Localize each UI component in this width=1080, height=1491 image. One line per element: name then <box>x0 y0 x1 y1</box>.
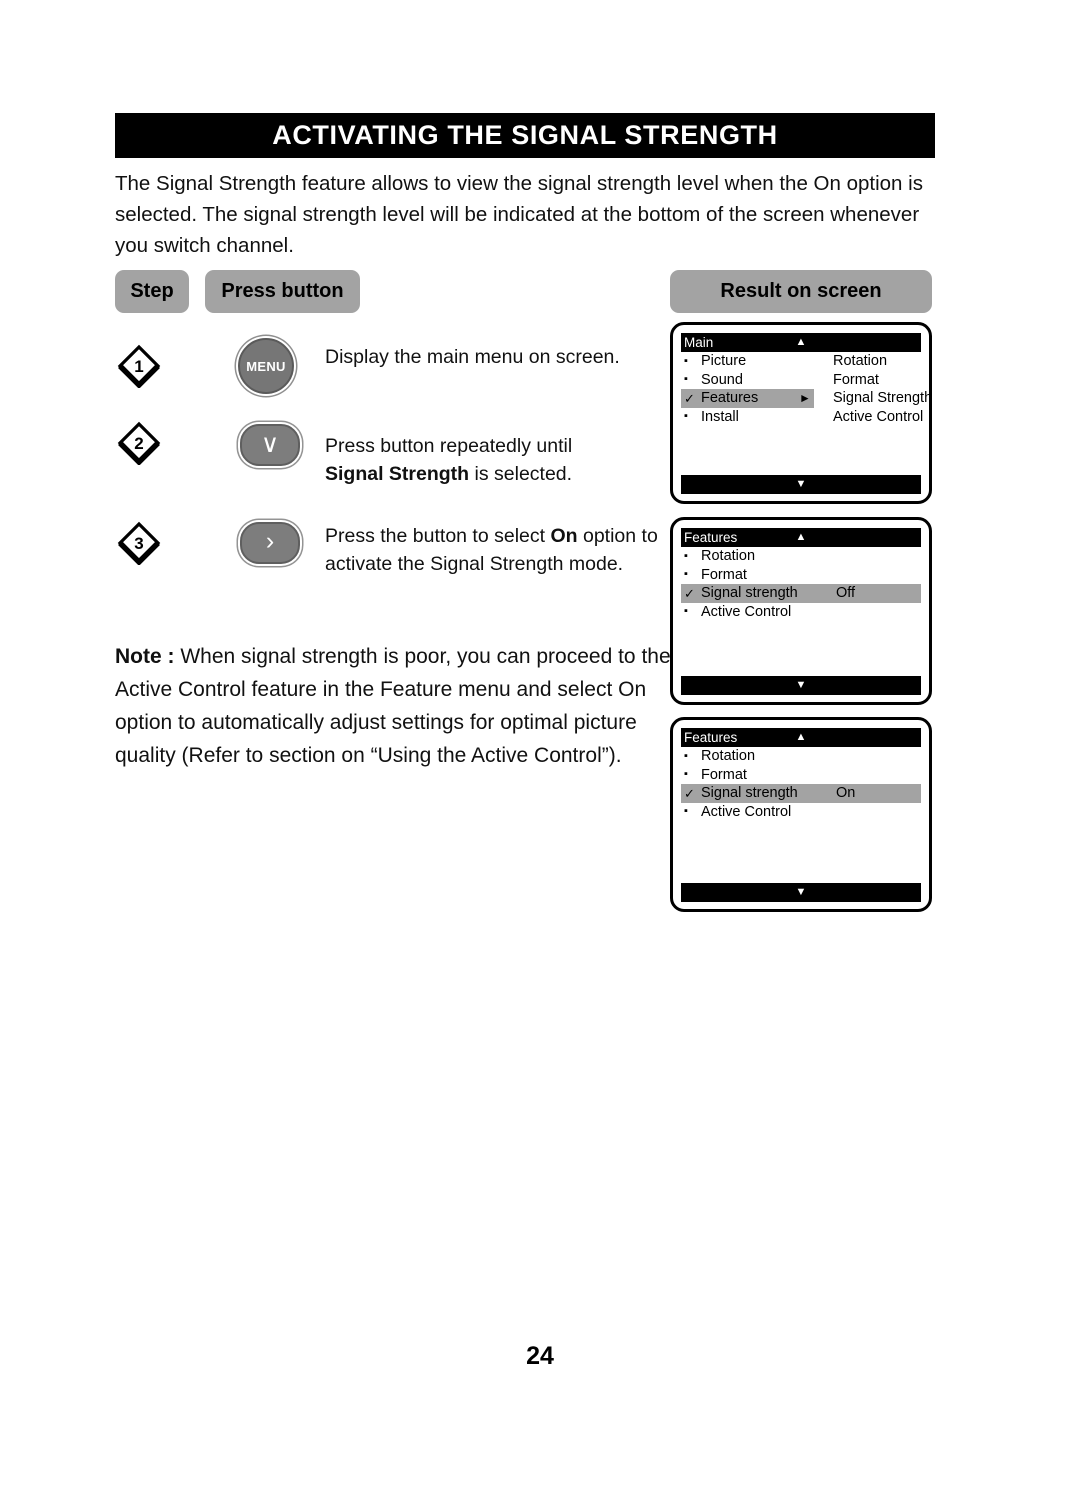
menu-item-label: Format <box>701 566 747 583</box>
step-3-line-1-pre: Press the button to select <box>325 525 551 547</box>
menu-item-selected[interactable]: ✓ Signal strength On <box>681 784 921 803</box>
note-block: Note : When signal strength is poor, you… <box>115 640 675 772</box>
step-2-number-badge: 2 <box>117 421 161 465</box>
step-3-number-badge: 3 <box>117 521 161 565</box>
column-header-press-button: Press button <box>205 270 360 313</box>
bullet-icon: ▪ <box>684 373 688 386</box>
step-2-line-2-post: is selected. <box>469 463 573 485</box>
bullet-icon: ▪ <box>684 568 688 581</box>
menu-item-label: Rotation <box>701 548 756 564</box>
chevron-right-icon[interactable]: › <box>240 522 300 564</box>
svg-text:2: 2 <box>134 434 143 453</box>
menu-item-label: Features <box>701 390 759 406</box>
submenu-item[interactable]: Rotation <box>833 352 932 371</box>
down-arrow-icon: ▼ <box>795 478 807 490</box>
note-label: Note : <box>115 645 175 668</box>
menu-item-label: Signal strength <box>701 785 798 801</box>
step-2-bold-term: Signal Strength <box>325 463 470 485</box>
svg-text:3: 3 <box>134 534 143 553</box>
bullet-icon: ▪ <box>684 410 688 423</box>
screen-1-submenu-list: Rotation Format Signal Strength Active C… <box>833 352 932 426</box>
screen-3-footer-bar: ▼ <box>681 883 921 902</box>
bullet-icon: ▪ <box>684 749 688 762</box>
menu-item-label: Install <box>701 408 739 425</box>
step-1-description: Display the main menu on screen. <box>325 343 655 371</box>
check-icon: ✓ <box>684 585 695 601</box>
menu-item-label: Rotation <box>701 748 756 764</box>
screen-2-title-bar: Features ▲ <box>681 528 921 547</box>
menu-item[interactable]: ▪ Active Control <box>681 603 921 622</box>
intro-paragraph: The Signal Strength feature allows to vi… <box>115 172 923 257</box>
up-arrow-icon: ▲ <box>795 531 807 543</box>
bullet-icon: ▪ <box>684 805 688 818</box>
step-1-line-1: Display the main menu on screen. <box>325 346 620 368</box>
menu-item[interactable]: ▪ Active Control <box>681 803 921 822</box>
bullet-icon: ▪ <box>684 605 688 618</box>
step-3-line-2: activate the Signal Strength mode. <box>325 553 624 575</box>
menu-item-label: Format <box>701 766 747 783</box>
check-icon: ✓ <box>684 390 695 406</box>
arrow-right-icon: ► <box>799 391 811 406</box>
check-icon: ✓ <box>684 785 695 801</box>
bullet-icon: ▪ <box>684 549 688 562</box>
menu-item[interactable]: ▪ Rotation <box>681 747 921 766</box>
svg-text:1: 1 <box>134 357 143 376</box>
result-screen-2: Features ▲ ▪ Rotation ▪ Format ✓ Signal … <box>670 517 932 705</box>
menu-button-label: MENU <box>246 358 286 374</box>
chevron-down-glyph: ∨ <box>260 429 280 458</box>
menu-item-label: Sound <box>701 371 743 388</box>
screen-3-title-bar: Features ▲ <box>681 728 921 747</box>
down-arrow-icon: ▼ <box>795 679 807 691</box>
column-header-step: Step <box>115 270 189 313</box>
column-header-result-on-screen: Result on screen <box>670 270 932 313</box>
step-1-number-badge: 1 <box>117 344 161 388</box>
menu-button-icon[interactable]: MENU <box>238 338 294 394</box>
down-arrow-icon: ▼ <box>795 886 807 898</box>
page-title-banner: ACTIVATING THE SIGNAL STRENGTH <box>115 113 935 158</box>
screen-1-footer-bar: ▼ <box>681 475 921 494</box>
menu-item-label: Picture <box>701 353 747 369</box>
column-header-press-button-label: Press button <box>221 280 344 302</box>
menu-item-selected[interactable]: ✓ Signal strength Off <box>681 584 921 603</box>
menu-item-label: Signal strength <box>701 585 798 601</box>
submenu-item[interactable]: Active Control <box>833 408 932 427</box>
bullet-icon: ▪ <box>684 768 688 781</box>
chevron-right-glyph: › <box>265 527 275 555</box>
note-text: When signal strength is poor, you can pr… <box>115 645 671 767</box>
step-3-line-1-post: option to <box>577 525 658 547</box>
screen-2-menu-list: ▪ Rotation ▪ Format ✓ Signal strength Of… <box>681 547 921 676</box>
page-title: ACTIVATING THE SIGNAL STRENGTH <box>272 120 778 150</box>
up-arrow-icon: ▲ <box>795 731 807 743</box>
bullet-icon: ▪ <box>684 354 688 367</box>
menu-item[interactable]: ▪ Rotation <box>681 547 921 566</box>
menu-item-value: On <box>836 785 856 801</box>
result-screen-3: Features ▲ ▪ Rotation ▪ Format ✓ Signal … <box>670 717 932 912</box>
screen-2-footer-bar: ▼ <box>681 676 921 695</box>
column-header-step-label: Step <box>130 280 174 302</box>
submenu-item[interactable]: Signal Strength <box>833 389 932 408</box>
step-2-description: Press button repeatedly until Signal Str… <box>325 432 665 488</box>
result-screen-1: Main ▲ ▪ Picture ▪ Sound ✓ Features ► ▪ … <box>670 322 932 504</box>
step-3-bold-term: On <box>550 525 578 547</box>
menu-item[interactable]: ▪ Format <box>681 766 921 785</box>
chevron-down-icon[interactable]: ∨ <box>240 424 300 466</box>
menu-item-label: Active Control <box>701 803 792 820</box>
menu-item[interactable]: ▪ Format <box>681 566 921 585</box>
menu-item-value: Off <box>836 585 856 601</box>
up-arrow-icon: ▲ <box>795 336 807 348</box>
step-2-line-1: Press button repeatedly until <box>325 435 573 457</box>
column-header-result-label: Result on screen <box>720 280 882 302</box>
menu-item-label: Active Control <box>701 603 792 620</box>
submenu-item[interactable]: Format <box>833 371 932 390</box>
screen-1-menu-list: ▪ Picture ▪ Sound ✓ Features ► ▪ Install <box>681 352 932 475</box>
page-number: 24 <box>526 1342 554 1370</box>
screen-3-menu-list: ▪ Rotation ▪ Format ✓ Signal strength On… <box>681 747 921 883</box>
screen-1-title-bar: Main ▲ <box>681 333 921 352</box>
manual-page: ACTIVATING THE SIGNAL STRENGTH The Signa… <box>0 0 1080 1491</box>
step-3-description: Press the button to select On option to … <box>325 522 665 578</box>
